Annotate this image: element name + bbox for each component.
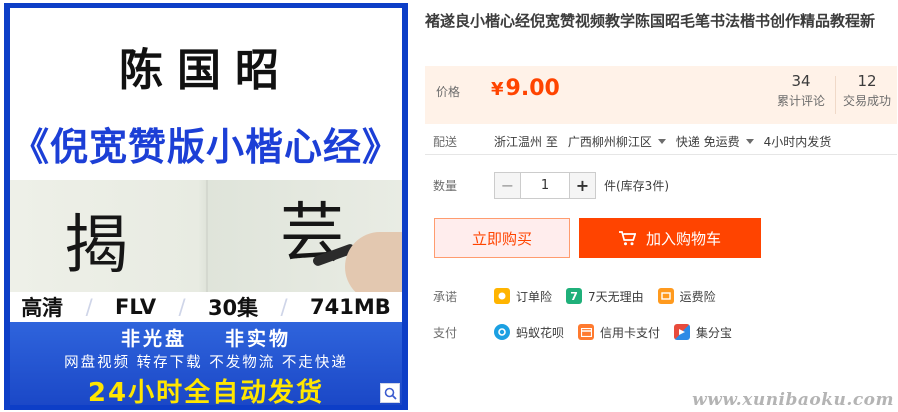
payment-text: 信用卡支付	[600, 325, 661, 340]
price-amount: 9.00	[505, 76, 560, 101]
price-value: ¥9.00	[491, 76, 560, 101]
banner-not-physical: 非实物	[225, 328, 292, 350]
cart-icon	[618, 230, 636, 246]
spec-separator: /	[280, 295, 288, 319]
image-spec-bar: 高清 / FLV / 30集 / 741MB	[10, 292, 402, 322]
spec-size: 741MB	[310, 295, 391, 319]
promise-text: 订单险	[516, 289, 553, 304]
deals-count: 12	[857, 72, 877, 90]
quantity-decrease-button[interactable]: −	[494, 171, 521, 199]
order-insurance-icon	[494, 288, 510, 304]
payment-text: 集分宝	[696, 325, 733, 340]
payment-row: 支付 蚂蚁花呗 信用卡支付 集分宝	[425, 321, 746, 343]
promise-order-insurance[interactable]: 订单险	[494, 288, 552, 305]
chevron-down-icon	[745, 138, 754, 144]
promise-label: 承诺	[433, 289, 458, 304]
currency-symbol: ¥	[491, 79, 504, 100]
deals-stat: 12 交易成功	[837, 72, 897, 109]
calligraphy-photo: 揭 芸	[10, 180, 402, 302]
promise-seven-day-return[interactable]: 7 7天无理由	[566, 288, 644, 305]
reviews-stat[interactable]: 34 累计评论	[771, 72, 831, 109]
payment-credit-card[interactable]: 信用卡支付	[578, 324, 660, 341]
jifenbao-icon	[674, 324, 691, 340]
banner-line-3: 24小时全自动发货	[87, 378, 325, 405]
photo-split	[206, 180, 208, 292]
image-teacher-name: 陈国昭	[119, 45, 293, 96]
product-title[interactable]: 褚遂良小楷心经倪宽赞视频教学陈国昭毛笔书法楷书创作精品教程新	[425, 9, 895, 33]
seven-day-return-icon: 7	[566, 288, 583, 304]
stock-info: 件(库存3件)	[604, 178, 669, 193]
credit-card-icon	[578, 324, 595, 340]
quantity-input[interactable]: 1	[521, 171, 569, 199]
dispatch-time: 4小时内发货	[763, 134, 832, 149]
huabei-icon	[494, 324, 510, 340]
delivery-destination-text: 广西柳州柳江区	[567, 134, 652, 149]
quantity-stepper: − 1 +	[494, 171, 596, 199]
image-banner: 非光盘 非实物 网盘视频 转存下载 不发物流 不走快递 24小时全自动发货	[10, 322, 402, 405]
spec-episodes: 30集	[207, 296, 259, 320]
reviews-count: 34	[791, 72, 811, 90]
delivery-row: 配送 浙江温州 至 广西柳州柳江区 快递 免运费 4小时内发货	[425, 128, 897, 155]
buy-now-button[interactable]: 立即购买	[434, 218, 570, 258]
spec-separator: /	[85, 295, 93, 319]
image-course-title: 《倪宽赞版小楷心经》	[10, 124, 401, 169]
promise-text: 运费险	[679, 289, 716, 304]
stat-divider	[835, 76, 836, 114]
shipping-method-text: 快递 免运费	[675, 134, 740, 149]
shipping-insurance-icon	[657, 288, 674, 304]
site-watermark: www.xunibaoku.com	[692, 390, 894, 410]
payment-text: 蚂蚁花呗	[516, 325, 565, 340]
payment-huabei[interactable]: 蚂蚁花呗	[494, 324, 564, 341]
promise-shipping-insurance[interactable]: 运费险	[657, 288, 716, 305]
payment-jifenbao[interactable]: 集分宝	[674, 324, 732, 341]
magnifier-icon[interactable]	[380, 383, 400, 403]
quantity-increase-button[interactable]: +	[569, 171, 596, 199]
banner-line-2: 网盘视频 转存下载 不发物流 不走快递	[64, 355, 348, 371]
banner-line-1: 非光盘 非实物	[10, 324, 402, 351]
delivery-from: 浙江温州 至	[494, 134, 558, 149]
product-image[interactable]: 陈国昭 《倪宽赞版小楷心经》 揭 芸 高清 / FLV / 30集 / 741M…	[4, 3, 408, 410]
spec-format: FLV	[115, 295, 157, 319]
add-to-cart-label: 加入购物车	[645, 229, 721, 248]
chevron-down-icon	[657, 138, 666, 144]
payment-label: 支付	[433, 325, 458, 340]
delivery-label: 配送	[433, 134, 458, 149]
sample-char-1: 揭	[64, 209, 128, 283]
promise-row: 承诺 订单险 7 7天无理由 运费险	[425, 285, 730, 307]
deals-label: 交易成功	[842, 94, 891, 108]
spec-separator: /	[178, 295, 186, 319]
price-label: 价格	[436, 85, 461, 99]
banner-not-disc: 非光盘	[120, 328, 187, 350]
add-to-cart-button[interactable]: 加入购物车	[579, 218, 761, 258]
quantity-label: 数量	[433, 178, 458, 193]
promise-text: 7天无理由	[588, 289, 644, 304]
quantity-row: 数量 − 1 + 件(库存3件)	[425, 171, 669, 199]
spec-quality: 高清	[21, 296, 64, 320]
reviews-label: 累计评论	[776, 94, 825, 108]
delivery-destination-select[interactable]: 广西柳州柳江区	[568, 133, 666, 150]
price-panel: 价格 ¥9.00 34 累计评论 12 交易成功	[425, 66, 897, 124]
shipping-method-select[interactable]: 快递 免运费	[676, 133, 754, 150]
